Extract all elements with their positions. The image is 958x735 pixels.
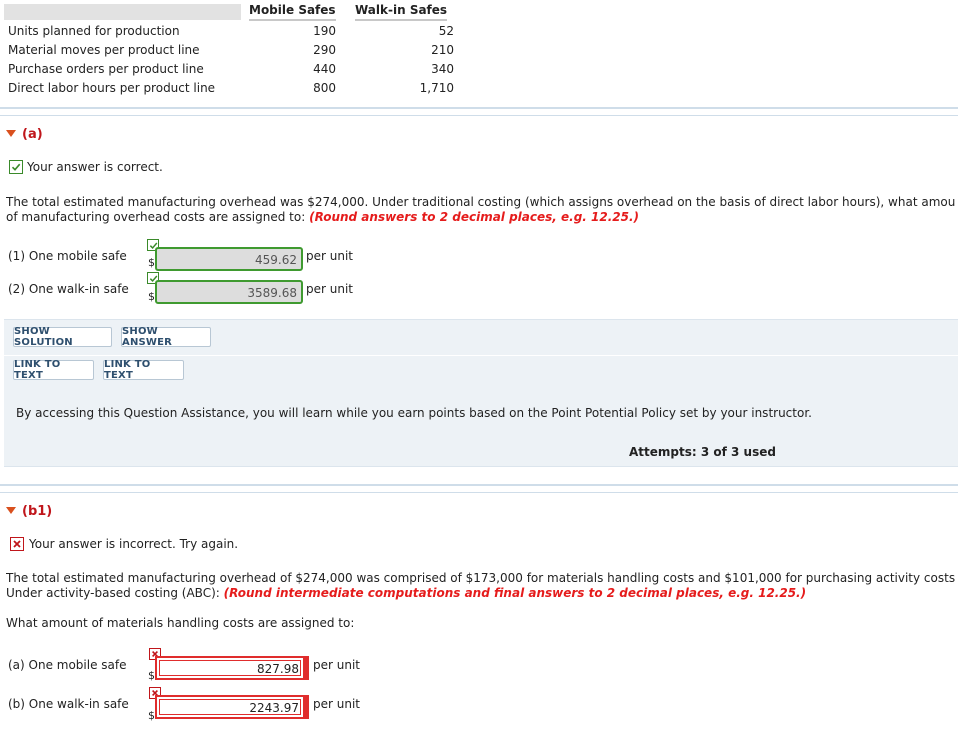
- row-label-purchase-orders: Purchase orders per product line: [8, 62, 204, 76]
- panel-divider: [4, 355, 958, 356]
- link-to-text-button[interactable]: LINK TO TEXT: [13, 359, 94, 381]
- show-solution-button[interactable]: SHOW SOLUTION: [13, 326, 112, 348]
- answer-input-walkin[interactable]: 3589.68: [155, 280, 303, 304]
- collapse-triangle-icon: [6, 130, 16, 137]
- cell-mobile-direct-labor: 800: [313, 81, 336, 95]
- unit-label: per unit: [313, 697, 360, 711]
- question-line-1: The total estimated manufacturing overhe…: [6, 571, 956, 585]
- section-divider: [0, 115, 958, 116]
- unit-label: per unit: [313, 658, 360, 672]
- currency-symbol: $: [148, 669, 155, 682]
- correct-status: Your answer is correct.: [9, 160, 163, 174]
- incorrect-status: Your answer is incorrect. Try again.: [10, 537, 238, 551]
- cell-mobile-units: 190: [313, 24, 336, 38]
- answer-label-mobile: (1) One mobile safe: [8, 249, 127, 263]
- cell-walkin-direct-labor: 1,710: [419, 81, 454, 95]
- attempts-counter: Attempts: 3 of 3 used: [629, 445, 776, 459]
- input-border: [305, 656, 309, 680]
- cell-walkin-purchase-orders: 340: [431, 62, 454, 76]
- column-header-walk-in-safes: Walk-in Safes: [355, 3, 448, 21]
- status-text: Your answer is incorrect. Try again.: [29, 537, 239, 551]
- sub-question: What amount of materials handling costs …: [6, 616, 355, 630]
- link-to-text-button[interactable]: LINK TO TEXT: [103, 359, 184, 381]
- row-label-material-moves: Material moves per product line: [8, 43, 200, 57]
- part-b1-toggle[interactable]: (b1): [6, 504, 52, 519]
- checkmark-icon: [9, 160, 23, 174]
- unit-label: per unit: [306, 249, 353, 263]
- question-text: The total estimated manufacturing overhe…: [6, 195, 958, 225]
- question-line-1: The total estimated manufacturing overhe…: [6, 195, 956, 209]
- show-answer-button[interactable]: SHOW ANSWER: [121, 326, 211, 348]
- collapse-triangle-icon: [6, 507, 16, 514]
- part-b1-label: (b1): [22, 504, 53, 519]
- x-mark-icon: [10, 537, 24, 551]
- rounding-instruction: (Round answers to 2 decimal places, e.g.…: [309, 210, 640, 224]
- part-a-toggle[interactable]: (a): [6, 127, 43, 142]
- assistance-note: By accessing this Question Assistance, y…: [16, 406, 812, 420]
- status-text: Your answer is correct.: [27, 160, 163, 174]
- answer-input-walkin[interactable]: 2243.97: [155, 695, 305, 719]
- question-text: The total estimated manufacturing overhe…: [6, 571, 958, 601]
- answer-label-mobile: (a) One mobile safe: [8, 658, 127, 672]
- section-divider: [0, 484, 958, 486]
- currency-symbol: $: [148, 709, 155, 722]
- section-divider: [0, 107, 958, 109]
- question-line-2-text: of manufacturing overhead costs are assi…: [6, 210, 310, 224]
- cell-walkin-units: 52: [438, 24, 454, 38]
- question-line-2-text: Under activity-based costing (ABC):: [6, 586, 224, 600]
- answer-input-mobile[interactable]: 459.62: [155, 247, 303, 271]
- input-border: [305, 695, 309, 719]
- row-label-units-planned: Units planned for production: [8, 24, 180, 38]
- table-header-bar: [4, 4, 241, 20]
- cell-mobile-purchase-orders: 440: [313, 62, 336, 76]
- answer-label-walkin: (2) One walk-in safe: [8, 282, 129, 296]
- part-a-label: (a): [22, 127, 43, 142]
- question-line-2: of manufacturing overhead costs are assi…: [6, 210, 958, 225]
- question-line-2: Under activity-based costing (ABC): (Rou…: [6, 586, 958, 601]
- cell-walkin-material-moves: 210: [431, 43, 454, 57]
- cell-mobile-material-moves: 290: [313, 43, 336, 57]
- currency-symbol: $: [148, 256, 155, 269]
- section-divider: [0, 492, 958, 493]
- column-header-mobile-safes: Mobile Safes: [249, 3, 336, 21]
- row-label-direct-labor-hours: Direct labor hours per product line: [8, 81, 216, 95]
- answer-input-mobile[interactable]: 827.98: [155, 656, 305, 680]
- rounding-instruction: (Round intermediate computations and fin…: [223, 586, 807, 600]
- currency-symbol: $: [148, 290, 155, 303]
- answer-label-walkin: (b) One walk-in safe: [8, 697, 129, 711]
- unit-label: per unit: [306, 282, 353, 296]
